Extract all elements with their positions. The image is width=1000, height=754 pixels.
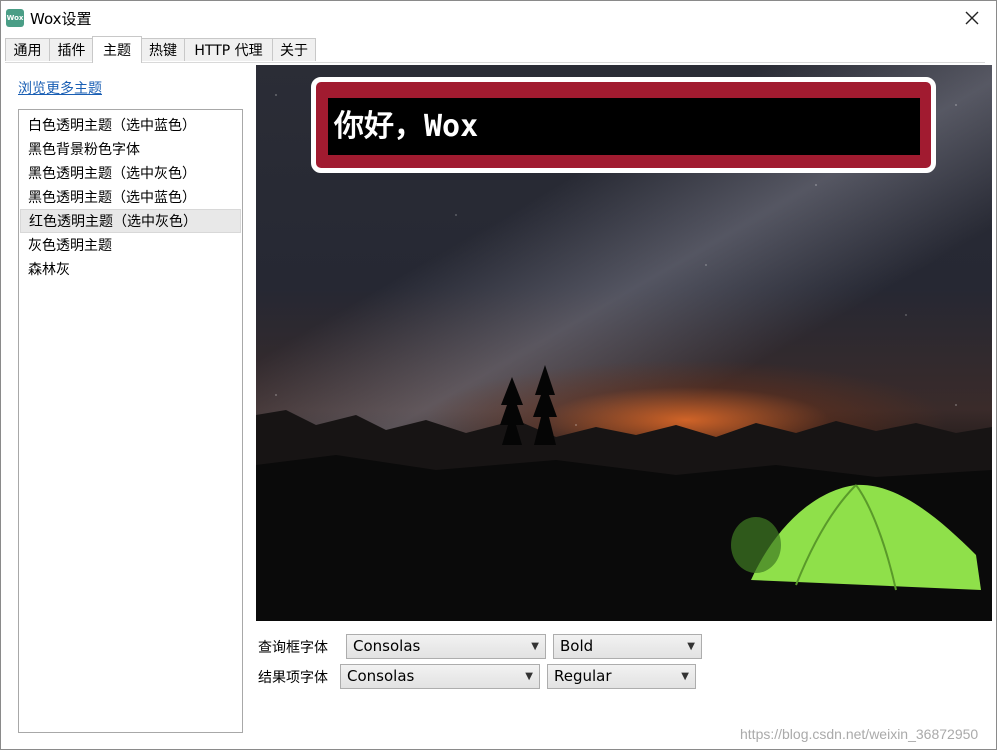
theme-preview: 你好，Wox	[256, 65, 992, 621]
result-font-select[interactable]: Consolas ▼	[340, 664, 540, 689]
result-font-label: 结果项字体	[258, 670, 328, 686]
query-weight-select[interactable]: Bold ▼	[553, 634, 702, 659]
lit-bush	[731, 517, 781, 573]
tab-theme[interactable]: 主题	[92, 36, 142, 63]
result-weight-select[interactable]: Regular ▼	[547, 664, 696, 689]
query-font-select[interactable]: Consolas ▼	[346, 634, 546, 659]
query-font-value: Consolas	[353, 637, 421, 655]
theme-list[interactable]: 白色透明主题（选中蓝色） 黑色背景粉色字体 黑色透明主题（选中灰色） 黑色透明主…	[18, 109, 243, 733]
theme-item[interactable]: 森林灰	[20, 258, 241, 282]
chevron-down-icon: ▼	[687, 641, 695, 652]
theme-item[interactable]: 灰色透明主题	[20, 234, 241, 258]
theme-item[interactable]: 黑色背景粉色字体	[20, 138, 241, 162]
settings-window: Wox Wox设置 通用 插件 主题 热键 HTTP 代理 关于 浏览更多主题 …	[0, 0, 997, 750]
tab-strip: 通用 插件 主题 热键 HTTP 代理 关于	[5, 36, 985, 63]
query-weight-value: Bold	[560, 637, 594, 655]
result-font-value: Consolas	[347, 667, 415, 685]
tab-plugins[interactable]: 插件	[49, 38, 94, 61]
theme-item-selected[interactable]: 红色透明主题（选中灰色）	[20, 209, 241, 233]
app-icon: Wox	[6, 9, 24, 27]
watermark-url: https://blog.csdn.net/weixin_36872950	[740, 726, 979, 742]
query-box-frame: 你好，Wox	[311, 77, 936, 173]
theme-item[interactable]: 白色透明主题（选中蓝色）	[20, 114, 241, 138]
chevron-down-icon: ▼	[531, 641, 539, 652]
chevron-down-icon: ▼	[525, 671, 533, 682]
tab-http-proxy[interactable]: HTTP 代理	[184, 38, 273, 61]
result-weight-value: Regular	[554, 667, 612, 685]
theme-item[interactable]: 黑色透明主题（选中蓝色）	[20, 186, 241, 210]
close-icon	[965, 11, 979, 25]
tab-general[interactable]: 通用	[5, 38, 50, 61]
title-bar: Wox Wox设置	[1, 1, 996, 35]
theme-item[interactable]: 黑色透明主题（选中灰色）	[20, 162, 241, 186]
theme-tab-content: 浏览更多主题 白色透明主题（选中蓝色） 黑色背景粉色字体 黑色透明主题（选中灰色…	[5, 63, 994, 747]
query-preview-text: 你好，Wox	[328, 98, 920, 155]
query-font-label: 查询框字体	[258, 640, 328, 656]
browse-more-themes-link[interactable]: 浏览更多主题	[18, 78, 102, 98]
chevron-down-icon: ▼	[681, 671, 689, 682]
close-button[interactable]	[952, 3, 992, 33]
window-title: Wox设置	[30, 10, 92, 28]
tab-hotkey[interactable]: 热键	[141, 38, 185, 61]
tab-about[interactable]: 关于	[272, 38, 316, 61]
